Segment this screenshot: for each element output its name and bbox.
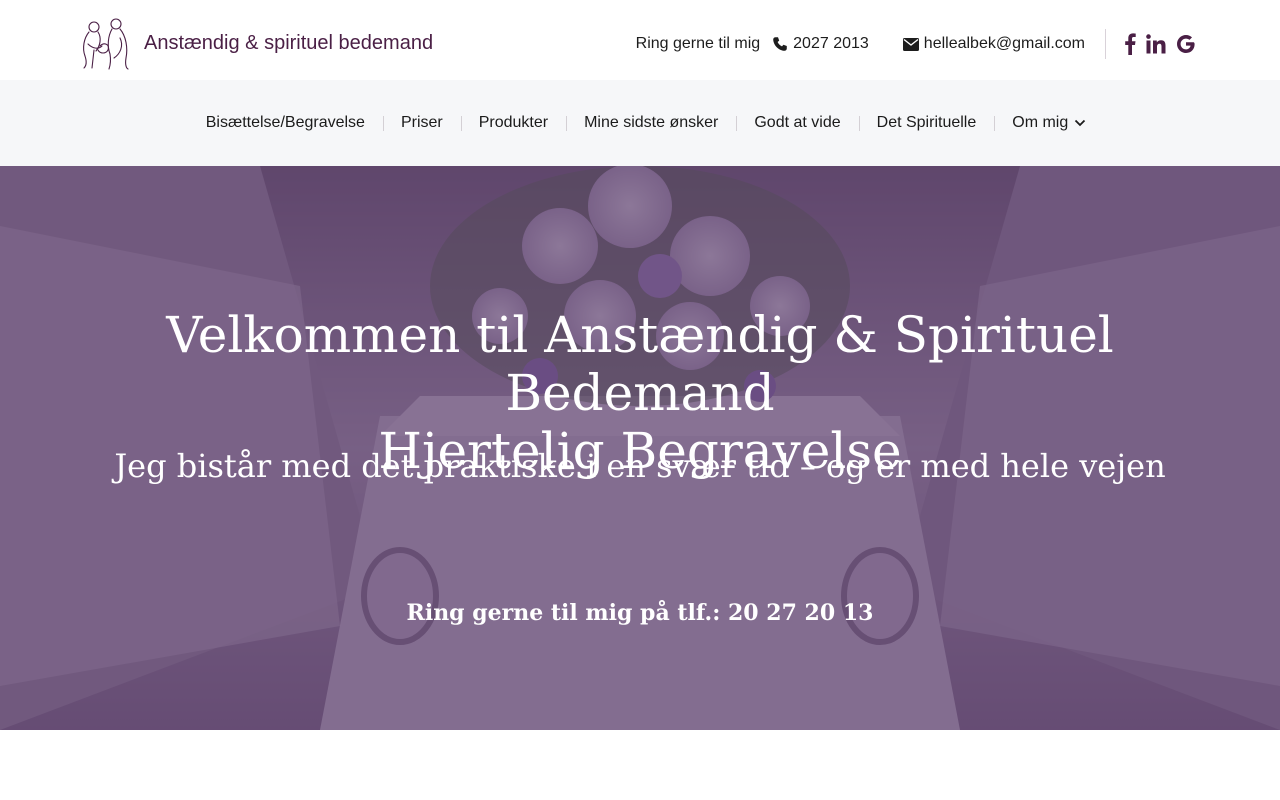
nav-item-label: Bisættelse/Begravelse [205, 114, 365, 131]
call-label: Ring gerne til mig [635, 35, 761, 52]
phone-number: 2027 2013 [793, 35, 869, 52]
page-content-start [0, 730, 1280, 800]
chevron-down-icon [1074, 119, 1086, 127]
site-title: Anstændig & spirituel bedemand [144, 31, 434, 54]
nav-item-produkter[interactable]: Produkter [460, 114, 566, 132]
phone-icon [773, 37, 787, 51]
main-navigation: Bisættelse/Begravelse Priser Produkter M… [0, 80, 1280, 166]
social-links [1124, 33, 1196, 55]
hero-call-text[interactable]: Ring gerne til mig på tlf.: 20 27 20 13 [60, 598, 1220, 628]
nav-item-label: Godt at vide [754, 114, 841, 131]
nav-item-priser[interactable]: Priser [382, 114, 461, 132]
header-divider [1105, 29, 1106, 59]
nav-list: Bisættelse/Begravelse Priser Produkter M… [176, 114, 1105, 132]
top-header: Anstændig & spirituel bedemand Ring gern… [0, 0, 1280, 80]
nav-item-label: Priser [400, 114, 443, 131]
nav-item-label: Om mig [1012, 114, 1069, 131]
couple-line-art-logo [83, 18, 129, 70]
envelope-icon [902, 37, 919, 51]
nav-item-label: Produkter [478, 114, 549, 131]
nav-item-label: Mine sidste ønsker [584, 114, 719, 131]
nav-item-bisaettelse[interactable]: Bisættelse/Begravelse [188, 114, 383, 132]
brand-link[interactable]: Anstændig & spirituel bedemand [80, 16, 433, 70]
hero-banner: Velkommen til Anstændig & Spirituel Bede… [0, 166, 1280, 730]
nav-item-mine-sidste-onsker[interactable]: Mine sidste ønsker [566, 114, 736, 132]
google-icon[interactable] [1176, 34, 1196, 54]
facebook-icon[interactable] [1124, 33, 1136, 55]
hero-title-line-1: Velkommen til Anstændig & Spirituel Bede… [166, 306, 1114, 422]
nav-item-label: Det Spirituelle [876, 114, 977, 131]
hero-content: Velkommen til Anstændig & Spirituel Bede… [0, 166, 1280, 730]
email-link[interactable]: hellealbek@gmail.com [902, 35, 1085, 53]
phone-link[interactable]: 2027 2013 [772, 35, 869, 53]
nav-item-om-mig[interactable]: Om mig [994, 114, 1104, 132]
email-address: hellealbek@gmail.com [923, 35, 1085, 52]
nav-item-det-spirituelle[interactable]: Det Spirituelle [858, 114, 995, 132]
hero-subtitle: Jeg bistår med det praktiske i en svær t… [114, 447, 1166, 485]
header-contact: Ring gerne til mig 2027 2013 hellealbek@… [636, 22, 1196, 66]
nav-item-godt-at-vide[interactable]: Godt at vide [736, 114, 858, 132]
linkedin-icon[interactable] [1146, 34, 1166, 54]
